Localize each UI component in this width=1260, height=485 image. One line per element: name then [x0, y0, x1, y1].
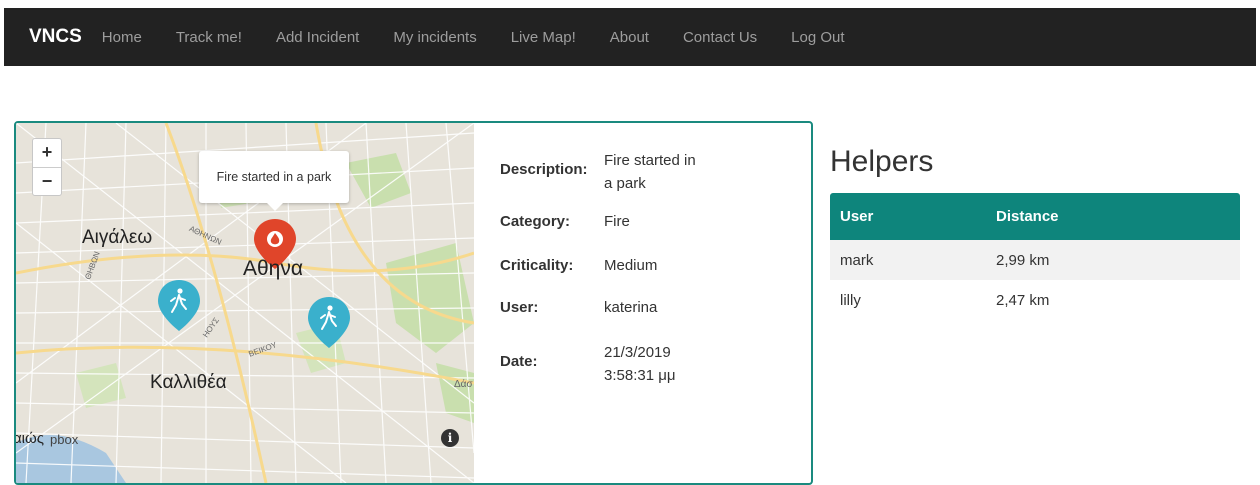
map-label-aigaleo: Αιγάλεω: [82, 227, 153, 248]
table-row: mark 2,99 km: [830, 240, 1240, 280]
category-label: Category:: [500, 213, 571, 230]
header-distance: Distance: [996, 208, 1059, 225]
nav-my-incidents[interactable]: My incidents: [393, 29, 476, 46]
zoom-control: + −: [32, 138, 62, 196]
description-value: Fire started in a park: [604, 149, 714, 195]
detail-description: Description: Fire started in a park: [500, 149, 800, 195]
brand-link[interactable]: VNCS: [29, 26, 82, 48]
nav-log-out[interactable]: Log Out: [791, 29, 844, 46]
nav-live-map[interactable]: Live Map!: [511, 29, 576, 46]
map-label-kallithea: Καλλιθέα: [150, 372, 227, 393]
popup-tip: [267, 203, 283, 211]
helpers-title: Helpers: [830, 145, 934, 178]
incident-map[interactable]: + − Fire started in a park Αιγάλεω Αθηνα…: [16, 123, 474, 483]
helpers-table: User Distance mark 2,99 km lilly 2,47 km: [830, 193, 1240, 320]
nav-add-incident[interactable]: Add Incident: [276, 29, 359, 46]
date-value: 21/3/2019 3:58:31 μμ: [604, 341, 714, 387]
marker-popup: Fire started in a park: [199, 151, 349, 203]
zoom-out-button[interactable]: −: [33, 167, 61, 196]
detail-user: User: katerina: [500, 299, 800, 316]
detail-criticality: Criticality: Medium: [500, 257, 800, 274]
date-line-2: 3:58:31 μμ: [604, 367, 676, 384]
nav-home[interactable]: Home: [102, 29, 142, 46]
mapbox-attribution[interactable]: pbox: [50, 432, 78, 447]
helper-user-cell: lilly: [840, 291, 861, 309]
map-info-button[interactable]: i: [441, 429, 459, 447]
detail-category: Category: Fire: [500, 213, 800, 230]
map-label-athina: Αθηνα: [243, 257, 304, 280]
description-line-2: a park: [604, 175, 646, 192]
description-label: Description:: [500, 161, 588, 178]
detail-date: Date: 21/3/2019 3:58:31 μμ: [500, 341, 800, 387]
nav-contact-us[interactable]: Contact Us: [683, 29, 757, 46]
zoom-in-button[interactable]: +: [33, 139, 61, 167]
map-label-dao: Δάσ: [454, 379, 473, 390]
description-line-1: Fire started in: [604, 152, 696, 169]
helper-distance-cell: 2,99 km: [996, 251, 1050, 269]
header-user: User: [840, 208, 874, 225]
date-line-1: 21/3/2019: [604, 344, 671, 361]
table-row: lilly 2,47 km: [830, 280, 1240, 320]
incident-card: + − Fire started in a park Αιγάλεω Αθηνα…: [14, 121, 813, 485]
nav-track-me[interactable]: Track me!: [176, 29, 242, 46]
date-label: Date:: [500, 353, 538, 370]
user-value: katerina: [604, 299, 658, 316]
criticality-value: Medium: [604, 257, 658, 274]
helper-distance-cell: 2,47 km: [996, 291, 1050, 309]
category-value: Fire: [604, 213, 630, 230]
helpers-table-header: User Distance: [830, 193, 1240, 240]
top-navbar: VNCS Home Track me! Add Incident My inci…: [4, 8, 1256, 66]
criticality-label: Criticality:: [500, 257, 574, 274]
nav-about[interactable]: About: [610, 29, 649, 46]
helper-user-cell: mark: [840, 251, 874, 269]
user-label: User:: [500, 299, 539, 316]
map-label-edge: αιώς: [16, 430, 44, 447]
